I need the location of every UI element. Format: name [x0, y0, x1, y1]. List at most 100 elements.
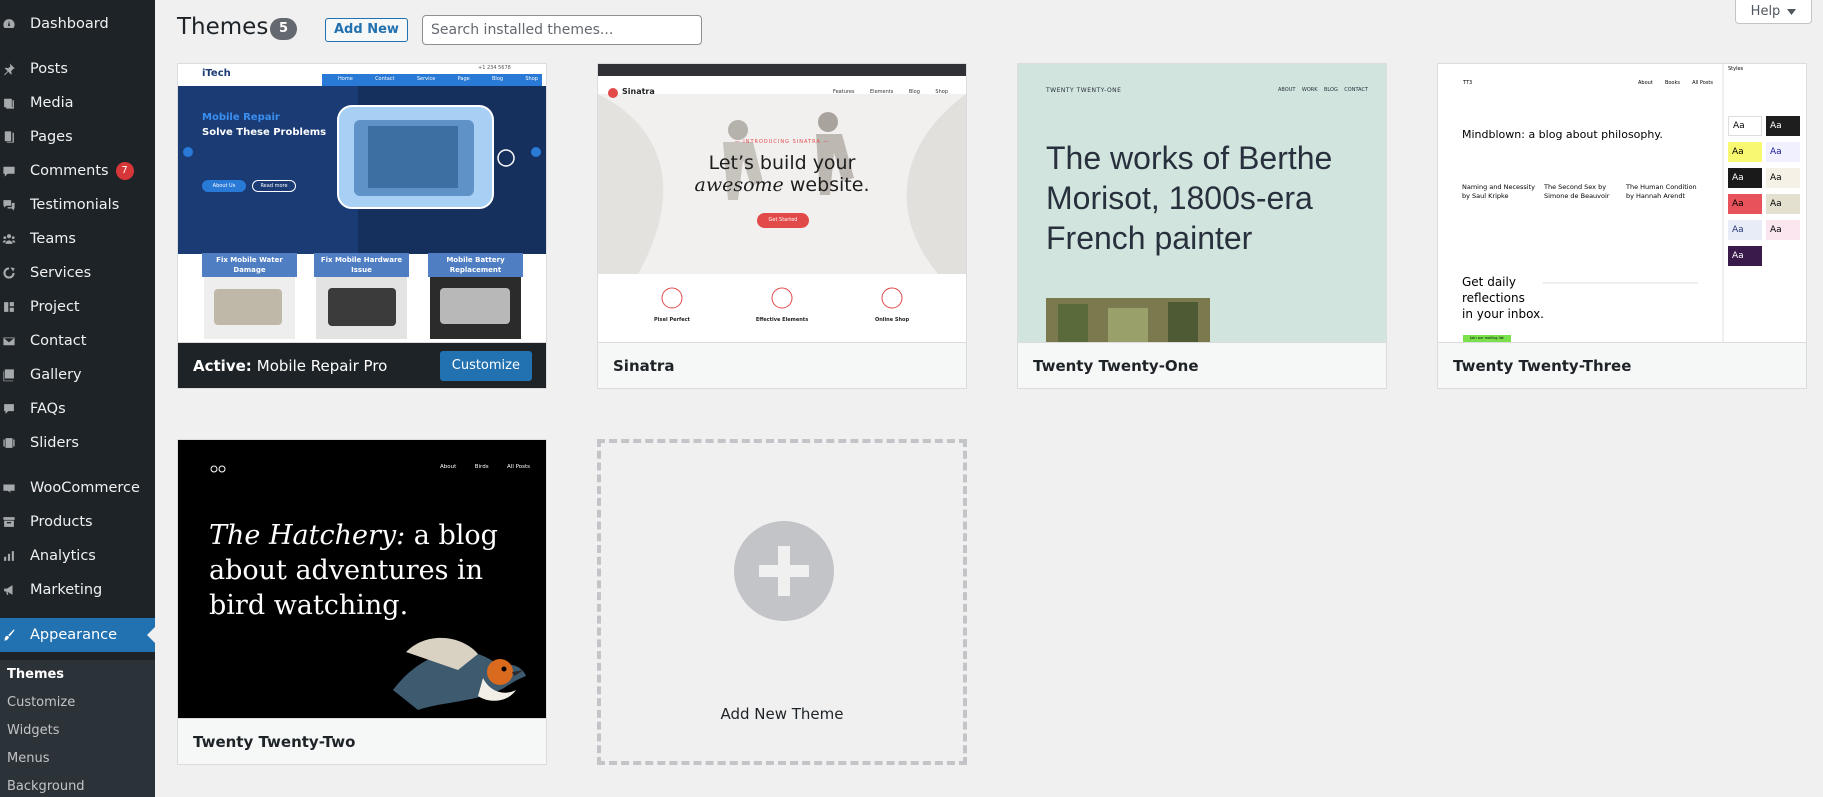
- theme-card-twenty-twenty-three[interactable]: TT3 About Books All Posts Mindblown: a b…: [1437, 63, 1807, 389]
- style-swatches: Aa Aa Aa Aa Aa Aa Aa Aa Aa Aa Aa: [1728, 116, 1802, 266]
- sidebar-item-services[interactable]: Services: [0, 256, 155, 290]
- theme-tile: Fix Mobile Water Damage: [216, 256, 283, 274]
- theme-screenshot: TWENTY TWENTY-ONE ABOUT WORK BLOG CONTAC…: [1018, 64, 1386, 342]
- archive-icon: [2, 514, 16, 530]
- sidebar-item-contact[interactable]: Contact: [0, 324, 155, 358]
- theme-cta-text: Get daily reflections in your inbox.: [1462, 274, 1544, 322]
- sidebar-item-analytics[interactable]: Analytics: [0, 539, 155, 573]
- sidebar-item-marketing[interactable]: Marketing: [0, 573, 155, 607]
- theme-card-twenty-twenty-two[interactable]: About Birds All Posts The Hatchery: a bl…: [177, 439, 547, 765]
- submenu-background[interactable]: Background: [7, 779, 85, 794]
- theme-headline: Mindblown: a blog about philosophy.: [1462, 128, 1663, 141]
- caret-down-icon: [1787, 8, 1797, 15]
- sidebar-item-products[interactable]: Products: [0, 505, 155, 539]
- theme-nav-item: ABOUT: [1278, 87, 1296, 93]
- style-swatch: Aa: [1766, 194, 1800, 214]
- theme-cta-button: Join our mailing list: [1470, 336, 1504, 340]
- theme-nav-item: Contact: [375, 76, 395, 82]
- sidebar-item-teams[interactable]: Teams: [0, 222, 155, 256]
- theme-card-mobile-repair-pro[interactable]: iTech +1 234 5678 Home Contact Service P…: [177, 63, 547, 389]
- sidebar-item-label: Teams: [30, 231, 76, 247]
- theme-feature: Online Shop: [874, 317, 910, 323]
- theme-nav-item: About: [1638, 80, 1653, 86]
- help-label: Help: [1750, 4, 1781, 19]
- plus-icon: [759, 546, 809, 596]
- theme-cta-line3: in your inbox.: [1462, 307, 1544, 321]
- theme-headline-italic: awesome: [694, 174, 784, 196]
- theme-nav-item: WORK: [1301, 87, 1318, 93]
- search-input[interactable]: [422, 15, 702, 45]
- theme-kicker: — INTRODUCING SINATRA —: [734, 139, 830, 145]
- comments-count-badge: 7: [115, 162, 134, 180]
- sidebar-item-dashboard[interactable]: Dashboard: [0, 7, 155, 41]
- sidebar-item-media[interactable]: Media: [0, 86, 155, 120]
- services-icon: [2, 265, 16, 281]
- sidebar-item-label: Services: [30, 265, 92, 281]
- theme-btn-secondary: Read more: [252, 180, 296, 192]
- sidebar-item-sliders[interactable]: Sliders: [0, 426, 155, 460]
- theme-nav-item: Service: [416, 76, 436, 82]
- sidebar-item-gallery[interactable]: Gallery: [0, 358, 155, 392]
- theme-nav-item: Shop: [525, 76, 538, 82]
- sidebar-item-appearance[interactable]: Appearance: [0, 618, 155, 652]
- pushpin-icon: [2, 61, 16, 77]
- sidebar-item-woocommerce[interactable]: WooCommerce: [0, 471, 155, 505]
- style-swatch: Aa: [1728, 220, 1762, 240]
- sidebar-item-label: Marketing: [30, 582, 103, 598]
- sidebar-item-pages[interactable]: Pages: [0, 120, 155, 154]
- theme-heading: Solve These Problems: [202, 127, 327, 138]
- sidebar-item-faqs[interactable]: FAQs: [0, 392, 155, 426]
- theme-nav-item: All Posts: [1692, 80, 1713, 86]
- add-new-theme-card[interactable]: Add New Theme: [597, 439, 967, 765]
- submenu-widgets[interactable]: Widgets: [7, 723, 60, 738]
- theme-card-twenty-twenty-one[interactable]: TWENTY TWENTY-ONE ABOUT WORK BLOG CONTAC…: [1017, 63, 1387, 389]
- theme-nav-item: Blog: [492, 76, 504, 82]
- theme-headline-line2: Morisot, 1800s-era: [1046, 180, 1313, 216]
- sidebar-item-posts[interactable]: Posts: [0, 52, 155, 86]
- theme-name-bar: Active: Mobile Repair Pro Customize: [178, 342, 546, 388]
- customize-button[interactable]: Customize: [439, 351, 532, 381]
- help-tab-button[interactable]: Help: [1735, 0, 1812, 24]
- pages-icon: [2, 129, 16, 145]
- theme-phone: +1 234 5678: [478, 65, 511, 71]
- sidebar-item-label: Appearance: [30, 627, 118, 643]
- theme-name: Twenty Twenty-Two: [193, 732, 356, 751]
- theme-site-title: TT3: [1463, 80, 1473, 86]
- sidebar-item-label: Comments: [30, 163, 109, 179]
- theme-name-bar: Sinatra: [598, 342, 966, 388]
- theme-nav: Features Elements Blog Shop: [833, 89, 948, 95]
- sidebar-item-label: Contact: [30, 333, 87, 349]
- theme-headline-line3: French painter: [1046, 220, 1253, 256]
- add-new-button[interactable]: Add New: [325, 18, 408, 42]
- theme-logo: Sinatra: [622, 87, 655, 96]
- theme-headline-line3: bird watching.: [209, 590, 409, 621]
- add-theme-circle: [734, 521, 834, 621]
- woocommerce-icon: [2, 480, 16, 496]
- theme-name: Mobile Repair Pro: [256, 356, 388, 375]
- theme-headline-line1: Let’s build your: [708, 152, 856, 174]
- project-icon: [2, 299, 16, 315]
- theme-post: Naming and Necessity by Saul Kripke: [1462, 183, 1535, 200]
- style-swatch: Aa: [1728, 142, 1762, 162]
- theme-headline-line1: The Hatchery: a blog: [209, 518, 498, 553]
- theme-headline-line2: about adventures in: [209, 555, 484, 586]
- theme-card-sinatra[interactable]: Sinatra Features Elements Blog Shop — IN…: [597, 63, 967, 389]
- sidebar-item-label: Posts: [30, 61, 68, 77]
- style-swatch: Aa: [1766, 116, 1800, 136]
- megaphone-icon: [2, 582, 16, 598]
- submenu-themes[interactable]: Themes: [7, 667, 64, 682]
- sidebar-item-project[interactable]: Project: [0, 290, 155, 324]
- sidebar-item-label: Analytics: [30, 548, 96, 564]
- comment-icon: [2, 163, 16, 179]
- admin-sidebar: Dashboard Posts Media Pages Comments 7 T…: [0, 0, 155, 797]
- submenu-customize[interactable]: Customize: [7, 695, 75, 710]
- submenu-menus[interactable]: Menus: [7, 751, 49, 766]
- theme-nav: ABOUT WORK BLOG CONTACT: [1278, 87, 1368, 93]
- sidebar-item-comments[interactable]: Comments 7: [0, 154, 155, 188]
- add-new-theme-label: Add New Theme: [720, 705, 844, 723]
- theme-nav-item: Shop: [935, 89, 948, 95]
- sidebar-item-testimonials[interactable]: Testimonials: [0, 188, 155, 222]
- theme-site-title: TWENTY TWENTY-ONE: [1046, 87, 1122, 94]
- sidebar-item-label: Dashboard: [30, 16, 109, 32]
- theme-count-badge: 5: [270, 18, 297, 40]
